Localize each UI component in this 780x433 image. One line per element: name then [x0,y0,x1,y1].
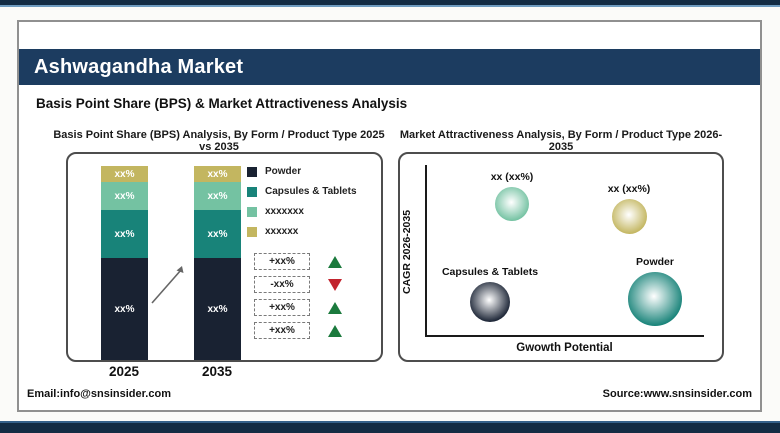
bubble-label: Capsules & Tablets [442,266,538,278]
y-axis-label: CAGR 2026-2035 [401,189,415,314]
page-subtitle: Basis Point Share (BPS) & Market Attract… [36,96,407,111]
legend-swatch [247,167,257,177]
indicator-value-box: -xx% [254,276,310,293]
legend-item: Powder [247,166,357,177]
top-accent-band [0,0,780,7]
legend-item: xxxxxxx [247,206,357,217]
legend-swatch [247,227,257,237]
bar-segment: xx% [194,182,241,210]
x-axis-label: Gwowth Potential [425,342,704,354]
bar-segment: xx% [194,166,241,182]
legend-swatch [247,187,257,197]
bar-segment: xx% [101,210,148,258]
legend-label: Capsules & Tablets [265,186,357,197]
up-triangle-icon [328,256,342,268]
stacked-bar-2025: xx%xx%xx%xx% [101,166,148,360]
attractiveness-chart-title: Market Attractiveness Analysis, By Form … [398,129,724,153]
indicator-value-box: +xx% [254,322,310,339]
bar-segment: xx% [101,166,148,182]
bar-segment: xx% [194,210,241,258]
stacked-bar-2035: xx%xx%xx%xx% [194,166,241,360]
indicator-value-box: +xx% [254,253,310,270]
bar-segment: xx% [194,258,241,360]
footer-source: Source:www.snsinsider.com [603,388,752,400]
indicator-value-box: +xx% [254,299,310,316]
legend-item: xxxxxx [247,226,357,237]
bubble [628,272,682,326]
bubble-label: xx (xx%) [491,171,534,183]
bubble [470,282,510,322]
up-triangle-icon [328,302,342,314]
bubble-label: xx (xx%) [608,183,651,195]
bubble-label: Powder [636,256,674,268]
bubble [612,199,647,234]
bubble [495,187,529,221]
header-bar: Ashwagandha Market [19,49,760,85]
x-axis-line [425,335,704,337]
bps-panel: xx%xx%xx%xx%xx%xx%xx%xx% PowderCapsules … [66,152,383,362]
bar-segment: xx% [101,182,148,210]
page-title: Ashwagandha Market [19,56,243,79]
down-triangle-icon [328,279,342,291]
indicator-row: +xx% [254,299,342,316]
category-label: 2025 [89,364,159,379]
legend-swatch [247,207,257,217]
card-footer: Email:info@snsinsider.com Source:www.sns… [19,388,760,400]
indicator-row: +xx% [254,253,342,270]
bps-chart-title: Basis Point Share (BPS) Analysis, By For… [49,129,389,153]
category-label: 2035 [182,364,252,379]
bps-change-indicators: +xx% -xx% +xx% +xx% [254,253,342,339]
trend-arrow-icon [148,262,190,308]
bar-segment: xx% [101,258,148,360]
indicator-row: +xx% [254,322,342,339]
footer-email: Email:info@snsinsider.com [27,388,171,400]
indicator-row: -xx% [254,276,342,293]
legend-item: Capsules & Tablets [247,186,357,197]
report-card: Ashwagandha Market Basis Point Share (BP… [17,20,762,412]
legend-label: xxxxxxx [265,206,304,217]
attractiveness-panel: CAGR 2026-2035 xx (xx%) xx (xx%) Capsules … [398,152,724,362]
bps-legend: PowderCapsules & Tabletsxxxxxxxxxxxxx [247,166,357,237]
up-triangle-icon [328,325,342,337]
bps-category-labels: 2025 2035 [66,364,383,382]
y-axis-line [425,165,427,337]
legend-label: Powder [265,166,301,177]
bottom-accent-band [0,421,780,433]
legend-label: xxxxxx [265,226,298,237]
